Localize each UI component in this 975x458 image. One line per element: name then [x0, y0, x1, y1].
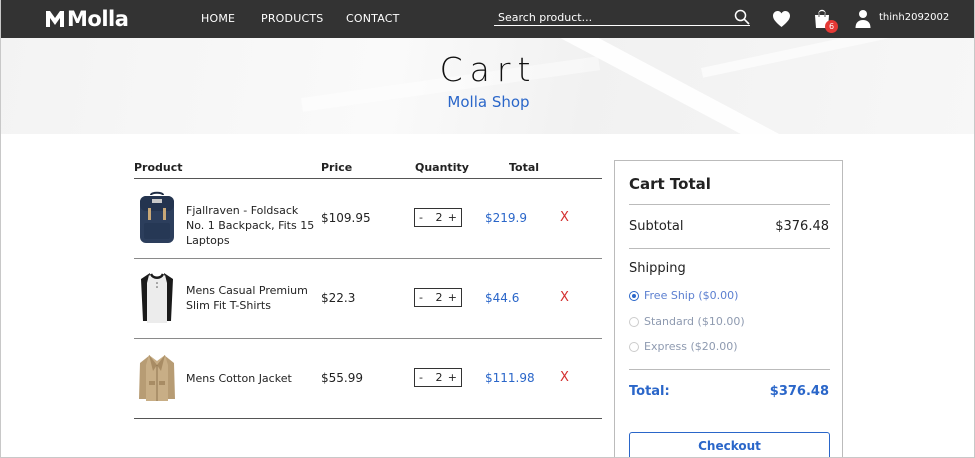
quantity-value[interactable]: 2	[434, 291, 444, 304]
search-icon[interactable]	[734, 9, 750, 25]
page-title: Cart	[439, 50, 538, 89]
product-name[interactable]: Mens Casual Premium Slim Fit T-Shirts	[186, 283, 320, 313]
row-divider	[134, 258, 602, 259]
quantity-increase-button[interactable]: +	[448, 291, 457, 304]
row-divider	[134, 338, 602, 339]
grand-total-value: $376.48	[769, 384, 829, 399]
line-total: $219.9	[485, 211, 527, 225]
product-image-jacket[interactable]	[137, 351, 177, 405]
remove-item-button[interactable]: X	[560, 290, 569, 305]
shipping-radio-express[interactable]	[629, 342, 639, 352]
column-header-product: Product	[134, 161, 183, 174]
page-hero: Cart Molla Shop	[1, 38, 974, 134]
brand-name: Molla	[67, 7, 129, 31]
search-bar	[494, 9, 750, 26]
shipping-option-free[interactable]: Free Ship ($0.00)	[644, 289, 738, 302]
quantity-stepper: - 2 +	[414, 208, 462, 227]
panel-divider	[629, 369, 830, 370]
quantity-decrease-button[interactable]: -	[419, 211, 423, 224]
nav-contact[interactable]: CONTACT	[346, 12, 400, 25]
cart-total-title: Cart Total	[629, 175, 711, 193]
cart-count-badge: 6	[825, 20, 838, 33]
quantity-value[interactable]: 2	[434, 371, 444, 384]
logo-mark-icon	[46, 11, 64, 27]
line-total: $111.98	[485, 371, 535, 385]
line-total: $44.6	[485, 291, 520, 305]
username[interactable]: thinh2092002	[879, 12, 949, 23]
shipping-label: Shipping	[629, 261, 686, 276]
panel-divider	[629, 248, 830, 249]
product-price: $109.95	[321, 211, 371, 225]
cart-page: Molla HOME PRODUCTS CONTACT 6 thinh20920…	[0, 0, 975, 458]
product-image-backpack[interactable]	[137, 191, 177, 245]
nav-products[interactable]: PRODUCTS	[261, 12, 323, 25]
shipping-option-standard[interactable]: Standard ($10.00)	[644, 315, 745, 328]
subtotal-label: Subtotal	[629, 219, 684, 234]
quantity-value[interactable]: 2	[434, 211, 444, 224]
quantity-stepper: - 2 +	[414, 288, 462, 307]
column-header-quantity: Quantity	[415, 161, 469, 174]
grand-total-label: Total:	[629, 384, 670, 399]
heart-icon[interactable]	[772, 10, 791, 28]
brand-logo[interactable]: Molla	[45, 7, 129, 31]
quantity-decrease-button[interactable]: -	[419, 371, 423, 384]
quantity-decrease-button[interactable]: -	[419, 291, 423, 304]
header-divider	[134, 178, 602, 179]
cart-total-panel: Cart Total Subtotal $376.48 Shipping Fre…	[614, 160, 843, 457]
page-subtitle: Molla Shop	[447, 93, 530, 111]
subtotal-value: $376.48	[775, 219, 829, 234]
product-image-tshirt[interactable]	[137, 271, 177, 325]
column-header-total: Total	[509, 161, 540, 174]
checkout-button[interactable]: Checkout	[629, 432, 830, 457]
product-name[interactable]: Fjallraven - Foldsack No. 1 Backpack, Fi…	[186, 203, 320, 248]
product-price: $22.3	[321, 291, 356, 305]
shipping-option-express[interactable]: Express ($20.00)	[644, 340, 738, 353]
product-price: $55.99	[321, 371, 363, 385]
quantity-increase-button[interactable]: +	[448, 211, 457, 224]
search-input[interactable]	[498, 10, 728, 24]
panel-divider	[629, 204, 830, 205]
user-icon[interactable]	[855, 9, 871, 28]
column-header-price: Price	[321, 161, 353, 174]
row-divider	[134, 418, 602, 419]
quantity-stepper: - 2 +	[414, 368, 462, 387]
quantity-increase-button[interactable]: +	[448, 371, 457, 384]
shipping-radio-standard[interactable]	[629, 317, 639, 327]
product-name[interactable]: Mens Cotton Jacket	[186, 371, 320, 386]
remove-item-button[interactable]: X	[560, 210, 569, 225]
remove-item-button[interactable]: X	[560, 370, 569, 385]
top-navbar: Molla HOME PRODUCTS CONTACT 6 thinh20920…	[1, 0, 974, 38]
nav-home[interactable]: HOME	[201, 12, 235, 25]
shipping-radio-free[interactable]	[629, 291, 639, 301]
